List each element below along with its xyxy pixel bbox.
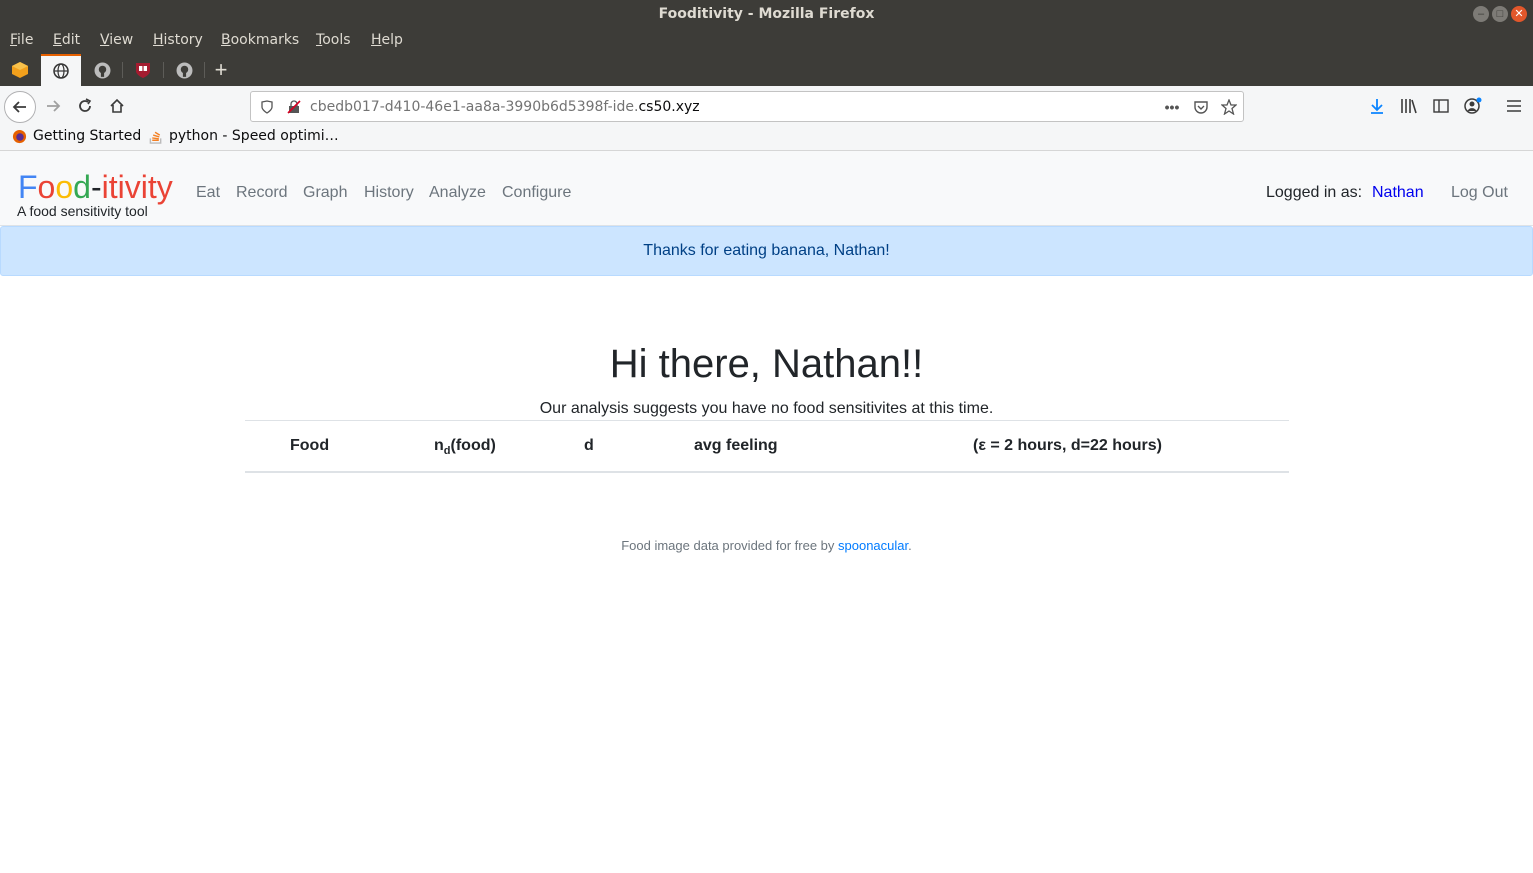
menu-view[interactable]: View: [100, 32, 133, 48]
col-params: (ε = 2 hours, d=22 hours): [973, 437, 1162, 454]
col-d: d: [584, 437, 594, 454]
shield-icon: [136, 62, 150, 78]
library-button[interactable]: [1395, 92, 1423, 120]
footer-text: Food image data provided for free by: [621, 538, 839, 553]
logged-in-label: Logged in as:: [1266, 184, 1363, 201]
bookmarks-toolbar: Getting Started python - Speed optimi…: [0, 126, 1533, 151]
tab-pinned-2-active[interactable]: [41, 54, 81, 86]
menu-file[interactable]: File: [10, 32, 33, 48]
brand-tagline: A food sensitivity tool: [17, 203, 148, 219]
home-icon: [110, 98, 124, 113]
analysis-summary: Our analysis suggests you have no food s…: [539, 400, 994, 417]
library-icon: [1401, 99, 1417, 114]
tracking-shield-icon[interactable]: [258, 98, 276, 116]
new-tab-button[interactable]: +: [201, 54, 241, 86]
github-icon: [176, 62, 192, 78]
nav-analyze[interactable]: Analyze: [429, 184, 486, 202]
box-icon: [12, 62, 28, 78]
sidebar-button[interactable]: [1427, 92, 1455, 120]
tab-pinned-1[interactable]: [0, 54, 40, 86]
window-title: Fooditivity - Mozilla Firefox: [658, 6, 875, 22]
footer-suffix: .: [908, 538, 912, 553]
col-avg-feeling: avg feeling: [694, 437, 778, 454]
brand-letter: d: [73, 169, 91, 205]
brand-letter: F: [18, 169, 38, 205]
site-navbar: Food-itivity A food sensitivity tool Eat…: [0, 151, 1533, 226]
window-titlebar: Fooditivity - Mozilla Firefox – □ ✕: [0, 0, 1533, 28]
reload-icon: [79, 98, 92, 112]
firefox-icon: [12, 129, 27, 143]
brand-letter: o: [37, 169, 56, 205]
arrow-left-icon: [12, 101, 26, 113]
menu-bar: File Edit View History Bookmarks Tools H…: [0, 28, 1533, 54]
brand-letter: itivity: [101, 169, 173, 205]
bookmark-star-icon[interactable]: [1220, 98, 1238, 116]
bookmark-getting-started[interactable]: Getting Started: [12, 128, 141, 144]
tab-pinned-5[interactable]: [164, 54, 204, 86]
menu-bookmarks[interactable]: Bookmarks: [221, 32, 299, 48]
nav-eat[interactable]: Eat: [196, 184, 220, 202]
insecure-lock-icon[interactable]: [285, 98, 303, 116]
account-icon: [1464, 97, 1482, 114]
bookmark-python-speed[interactable]: python - Speed optimi…: [149, 128, 339, 144]
close-button[interactable]: ✕: [1511, 6, 1527, 22]
menu-history[interactable]: History: [153, 32, 203, 48]
minimize-button[interactable]: –: [1473, 6, 1489, 22]
download-icon: [1371, 99, 1383, 114]
col-n-food: nd(food): [434, 437, 496, 458]
arrow-right-icon: [47, 100, 61, 112]
brand-letter: o: [55, 169, 74, 205]
home-button[interactable]: [103, 92, 131, 120]
tab-pinned-4[interactable]: [123, 54, 163, 86]
plus-icon: +: [214, 57, 228, 82]
hamburger-icon: [1507, 100, 1521, 112]
brand-name: Food-itivity: [18, 169, 173, 205]
stackoverflow-icon: [149, 131, 162, 144]
nav-history[interactable]: History: [364, 184, 414, 202]
maximize-button[interactable]: □: [1492, 6, 1508, 22]
back-button[interactable]: [4, 91, 36, 123]
github-icon: [94, 62, 110, 78]
flash-alert: Thanks for eating banana, Nathan!: [0, 226, 1533, 276]
tab-bar: +: [0, 54, 1533, 86]
sensitivity-table: Food nd(food) d avg feeling (ε = 2 hours…: [245, 420, 1289, 473]
menu-edit[interactable]: Edit: [53, 32, 80, 48]
app-menu-button[interactable]: [1500, 92, 1528, 120]
downloads-button[interactable]: [1363, 92, 1391, 120]
col-food: Food: [290, 437, 330, 454]
spoonacular-link[interactable]: spoonacular: [838, 538, 908, 553]
menu-tools[interactable]: Tools: [316, 32, 351, 48]
menu-help[interactable]: Help: [371, 32, 403, 48]
brand-letter: -: [90, 169, 102, 205]
url-bar[interactable]: cbedb017-d410-46e1-aa8a-3990b6d5398f-ide…: [250, 91, 1244, 122]
username-link[interactable]: Nathan: [1372, 184, 1424, 202]
bookmark-label: Getting Started: [33, 128, 142, 144]
nav-graph[interactable]: Graph: [303, 184, 347, 202]
brand-logo[interactable]: Food-itivity A food sensitivity tool: [17, 169, 173, 219]
globe-icon: [53, 63, 69, 79]
page-actions-icon[interactable]: •••: [1163, 98, 1181, 116]
forward-button[interactable]: [39, 92, 67, 120]
url-text[interactable]: cbedb017-d410-46e1-aa8a-3990b6d5398f-ide…: [310, 99, 700, 115]
bookmark-label: python - Speed optimi…: [169, 128, 339, 144]
nav-configure[interactable]: Configure: [502, 184, 571, 202]
account-button[interactable]: [1459, 92, 1487, 120]
greeting-heading: Hi there, Nathan!!: [609, 342, 924, 386]
logout-link[interactable]: Log Out: [1451, 184, 1508, 202]
footer-credit: Food image data provided for free by spo…: [0, 538, 1533, 553]
tab-pinned-3[interactable]: [82, 54, 122, 86]
sidebar-icon: [1433, 99, 1449, 113]
reload-button[interactable]: [71, 92, 99, 120]
pocket-icon[interactable]: [1192, 98, 1210, 116]
nav-record[interactable]: Record: [236, 184, 288, 202]
nav-toolbar: cbedb017-d410-46e1-aa8a-3990b6d5398f-ide…: [0, 86, 1533, 126]
